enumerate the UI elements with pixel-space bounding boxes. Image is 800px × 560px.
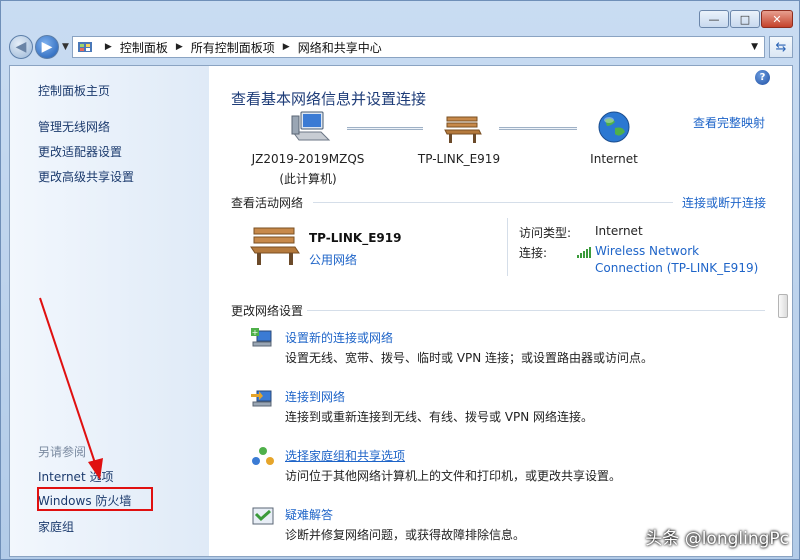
active-network-name: TP-LINK_E919 — [309, 231, 402, 245]
connect-network-icon — [251, 390, 272, 407]
back-button[interactable]: ◀ — [9, 35, 33, 59]
bench-network-icon — [444, 116, 482, 143]
homegroup-sharing-desc: 访问位于其他网络计算机上的文件和打印机，或更改共享设置。 — [285, 469, 622, 483]
sidebar-change-adapter[interactable]: 更改适配器设置 — [38, 143, 122, 160]
vertical-divider — [507, 218, 508, 276]
sidebar-control-panel-home[interactable]: 控制面板主页 — [38, 82, 110, 99]
connection-label: 连接: — [519, 246, 548, 260]
page-title: 查看基本网络信息并设置连接 — [231, 90, 427, 108]
setup-connection-desc: 设置无线、宽带、拨号、临时或 VPN 连接；或设置路由器或访问点。 — [285, 351, 654, 365]
close-button[interactable]: ✕ — [761, 10, 793, 28]
network-type-link[interactable]: 公用网络 — [309, 251, 357, 268]
window-frame: — □ ✕ ◀ ▶ ▼ ▶ 控制面板 ▶ 所有控制面板项 ▶ 网络和共享中心 ▼… — [0, 0, 800, 560]
homegroup-icon — [252, 447, 274, 465]
main-panel: ? 查看基本网络信息并设置连接 查看完整映射 JZ2019-2019MZQS (… — [209, 66, 792, 556]
connection-line — [347, 127, 423, 130]
active-networks-heading: 查看活动网络 — [231, 196, 304, 210]
access-type-label: 访问类型: — [519, 226, 572, 240]
wireless-connection-line1: Wireless Network — [595, 244, 700, 258]
vertical-scrollbar[interactable] — [776, 66, 790, 556]
sidebar-homegroup[interactable]: 家庭组 — [38, 518, 74, 535]
view-full-map-link[interactable]: 查看完整映射 — [693, 114, 765, 131]
computer-sublabel: (此计算机) — [279, 172, 337, 186]
troubleshoot-icon — [252, 507, 274, 525]
internet-label: Internet — [590, 152, 638, 166]
breadcrumb-separator-icon[interactable]: ▶ — [105, 42, 112, 52]
recent-pages-dropdown[interactable]: ▼ — [62, 42, 69, 52]
internet-globe-icon — [598, 111, 630, 143]
caption-buttons: — □ ✕ — [699, 10, 793, 28]
svg-text:+: + — [252, 328, 259, 337]
wifi-signal-icon — [577, 247, 591, 258]
sidebar: 控制面板主页 管理无线网络 更改适配器设置 更改高级共享设置 另请参阅 Inte… — [10, 66, 209, 556]
breadcrumb-separator-icon[interactable]: ▶ — [283, 42, 290, 52]
setup-connection-link[interactable]: 设置新的连接或网络 — [285, 329, 393, 346]
arrow-right-icon: ▶ — [41, 39, 53, 55]
sidebar-advanced-sharing[interactable]: 更改高级共享设置 — [38, 168, 134, 185]
breadcrumb-network-center[interactable]: 网络和共享中心 — [298, 39, 382, 56]
forward-button[interactable]: ▶ — [35, 35, 59, 59]
breadcrumb-all-items[interactable]: 所有控制面板项 — [191, 39, 275, 56]
troubleshoot-link[interactable]: 疑难解答 — [285, 506, 333, 523]
refresh-button[interactable]: ⇆ — [769, 36, 793, 58]
troubleshoot-desc: 诊断并修复网络问题，或获得故障排除信息。 — [285, 528, 526, 542]
computer-name: JZ2019-2019MZQS — [251, 152, 365, 166]
scrollbar-thumb[interactable] — [778, 294, 788, 318]
sidebar-manage-wireless[interactable]: 管理无线网络 — [38, 118, 110, 135]
change-settings-heading: 更改网络设置 — [231, 304, 304, 318]
maximize-button[interactable]: □ — [730, 10, 760, 28]
help-icon[interactable]: ? — [755, 70, 770, 85]
new-connection-icon: + — [251, 328, 272, 347]
breadcrumb-separator-icon[interactable]: ▶ — [176, 42, 183, 52]
refresh-icon: ⇆ — [775, 39, 787, 55]
address-bar[interactable]: ▶ 控制面板 ▶ 所有控制面板项 ▶ 网络和共享中心 ▼ — [71, 36, 765, 58]
control-panel-icon — [77, 42, 92, 52]
minimize-button[interactable]: — — [699, 10, 729, 28]
watermark: 头条 @longlingPc — [645, 529, 789, 549]
section-divider — [313, 202, 673, 203]
router-name: TP-LINK_E919 — [417, 152, 501, 166]
arrow-left-icon: ◀ — [15, 39, 27, 55]
wireless-connection-line2: Connection (TP-LINK_E919) — [595, 261, 759, 275]
navigation-bar: ◀ ▶ ▼ ▶ 控制面板 ▶ 所有控制面板项 ▶ 网络和共享中心 ▼ ⇆ — [9, 33, 793, 61]
wireless-connection-link[interactable]: Wireless Network Connection (TP-LINK_E91… — [595, 243, 758, 277]
breadcrumb: ▶ 控制面板 ▶ 所有控制面板项 ▶ 网络和共享中心 — [97, 39, 382, 56]
bench-network-large-icon — [250, 227, 300, 265]
annotation-arrow — [39, 297, 103, 480]
content-area: 控制面板主页 管理无线网络 更改适配器设置 更改高级共享设置 另请参阅 Inte… — [9, 65, 793, 557]
section-divider — [307, 310, 765, 311]
firewall-highlight-box — [37, 487, 153, 511]
access-type-value: Internet — [595, 224, 643, 238]
connect-disconnect-link[interactable]: 连接或断开连接 — [682, 194, 766, 211]
connection-line — [499, 127, 577, 130]
computer-icon — [291, 111, 331, 141]
homegroup-sharing-link[interactable]: 选择家庭组和共享选项 — [285, 447, 405, 464]
connect-network-desc: 连接到或重新连接到无线、有线、拨号或 VPN 网络连接。 — [285, 410, 594, 424]
connect-network-link[interactable]: 连接到网络 — [285, 388, 345, 405]
address-dropdown-icon[interactable]: ▼ — [751, 42, 758, 52]
breadcrumb-control-panel[interactable]: 控制面板 — [120, 39, 168, 56]
